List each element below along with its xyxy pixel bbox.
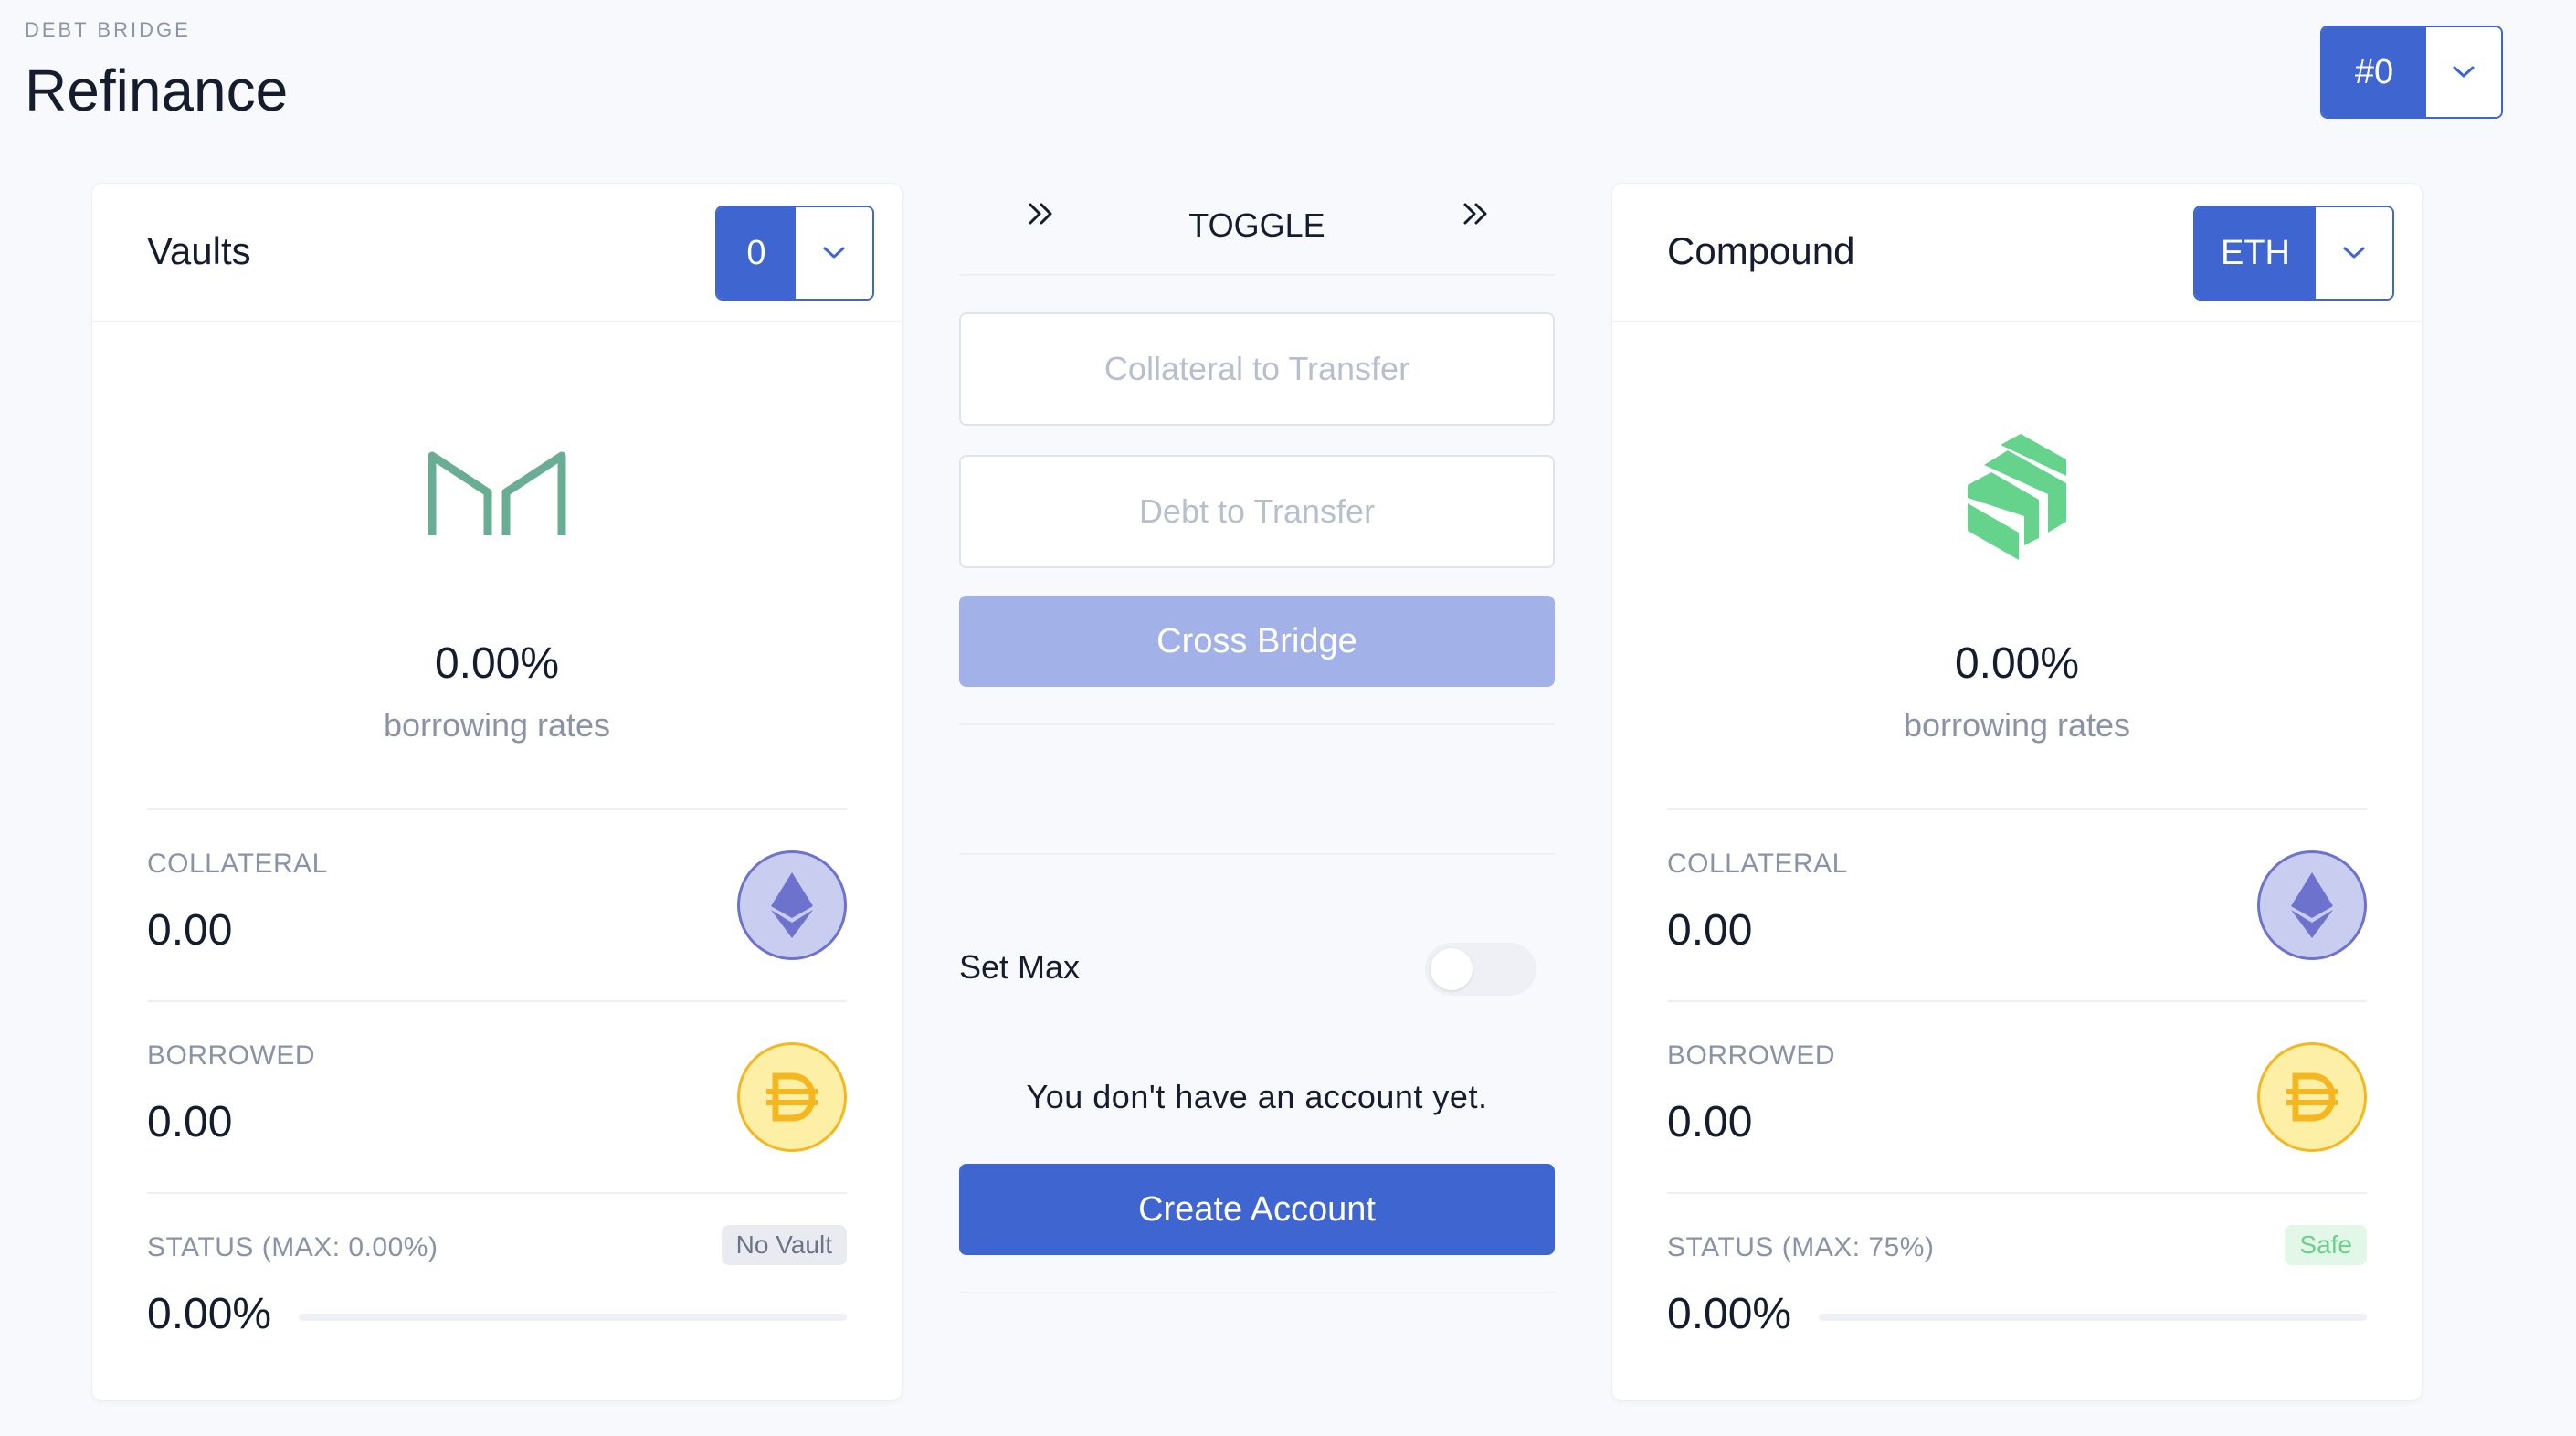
borrowed-value: 0.00 [1667,1098,1753,1146]
bridge-panel: TOGGLE Cross Bridge Set Max You don't ha… [959,183,1555,1293]
vaults-card-header: Vaults 0 [92,184,902,322]
account-select-value: #0 [2322,27,2426,117]
chevron-down-icon[interactable] [796,207,872,299]
compound-card-header: Compound ETH [1612,184,2422,322]
divider [147,808,847,810]
divider [959,1292,1555,1293]
set-max-label: Set Max [959,948,1081,986]
compound-card-title: Compound [1667,229,1855,272]
divider [1667,808,2367,810]
divider [147,1000,847,1002]
page-title: Refinance [25,58,289,123]
toggle-row[interactable]: TOGGLE [959,183,1555,276]
vaults-card-title: Vaults [147,229,251,272]
no-account-message: You don't have an account yet. [1026,1078,1488,1115]
maker-logo-icon [428,449,566,544]
chevron-down-icon[interactable] [2426,27,2501,117]
asset-select[interactable]: ETH [2193,206,2394,301]
debt-to-transfer-input[interactable] [959,455,1555,568]
set-max-toggle[interactable] [1425,943,1536,996]
dai-icon [737,1042,847,1152]
vault-borrow-rate: 0.00% [434,639,560,688]
set-max-toggle-knob [1431,948,1473,990]
borrowed-label: BORROWED [1667,1040,1835,1071]
status-label: STATUS (MAX: 0.00%) [147,1232,438,1262]
asset-select-value: ETH [2195,207,2316,299]
compound-borrow-rate-label: borrowing rates [1903,706,2131,744]
page-overline: DEBT BRIDGE [25,18,191,41]
compound-logo-icon [1964,432,2070,568]
status-label: STATUS (MAX: 75%) [1667,1232,1935,1262]
divider [1667,1192,2367,1194]
vault-select-value: 0 [717,207,796,299]
dai-icon [2257,1042,2367,1152]
status-badge: No Vault [721,1225,847,1265]
collateral-to-transfer-input[interactable] [959,312,1555,426]
account-select[interactable]: #0 [2320,26,2503,119]
status-progress-bar [1819,1314,2367,1321]
compound-borrow-rate: 0.00% [1954,639,2080,688]
borrowed-value: 0.00 [147,1098,233,1146]
divider [959,723,1555,725]
chevron-down-icon[interactable] [2316,207,2392,299]
compound-card: Compound ETH 0.00% borrowing rates COLLA… [1611,183,2423,1401]
borrowed-label: BORROWED [147,1040,315,1071]
vaults-card: Vaults 0 0.00% borrowing rates COLLATERA… [91,183,903,1401]
collateral-label: COLLATERAL [1667,849,1848,879]
status-progress-bar [299,1314,847,1321]
eth-icon [2257,850,2367,960]
status-value: 0.00% [1667,1290,1792,1338]
collateral-label: COLLATERAL [147,849,328,879]
eth-icon [737,850,847,960]
divider [1667,1000,2367,1002]
status-badge: Safe [2285,1225,2367,1265]
collateral-value: 0.00 [147,906,233,955]
status-value: 0.00% [147,1290,272,1338]
collateral-value: 0.00 [1667,906,1753,955]
divider [147,1192,847,1194]
create-account-button[interactable]: Create Account [959,1164,1555,1255]
vault-select[interactable]: 0 [715,206,874,301]
double-chevron-right-icon[interactable] [1460,197,1493,235]
divider [959,853,1555,855]
vault-borrow-rate-label: borrowing rates [383,706,611,744]
cross-bridge-button[interactable]: Cross Bridge [959,596,1555,687]
